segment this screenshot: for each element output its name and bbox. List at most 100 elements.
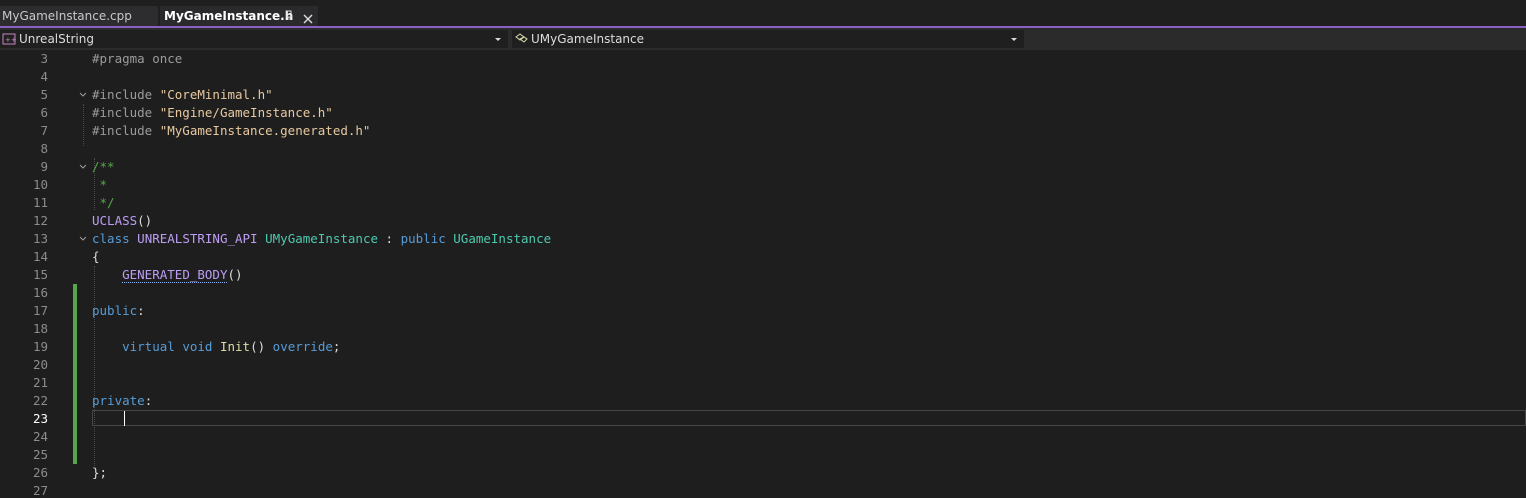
macro: UCLASS [92,213,138,228]
code-line: 22 private: [0,392,1526,410]
line-number: 19 [32,339,48,354]
line-number: 25 [32,447,48,462]
scope-dropdown[interactable]: UMyGameInstance [512,30,1024,48]
code-line: 16 [0,284,1526,302]
pin-icon[interactable] [285,9,295,21]
keyword: virtual [122,339,175,354]
line-number: 21 [32,375,48,390]
include-path: "Engine/GameInstance.h" [159,105,333,120]
code-text: /** [92,158,115,176]
preprocessor-directive: #include [92,87,160,102]
code-line: 15 GENERATED_BODY() [0,266,1526,284]
line-number: 22 [32,393,48,408]
code-text: GENERATED_BODY() [92,266,243,284]
code-line: 26 }; [0,464,1526,482]
close-icon[interactable] [302,10,314,24]
base-class-name: UGameInstance [453,231,552,246]
line-number: 14 [32,249,48,264]
navigation-bar: ++ UnrealString UMyGameInstance [0,28,1526,50]
function-name: Init [219,339,251,354]
fold-chevron-icon[interactable] [78,86,88,104]
class-name: UMyGameInstance [265,231,379,246]
code-line: 6 #include "Engine/GameInstance.h" [0,104,1526,122]
code-line: 27 [0,482,1526,498]
code-text: #include "CoreMinimal.h" [92,86,273,104]
line-number: 12 [32,213,48,228]
punctuation: () [250,339,266,354]
code-line: 20 [0,356,1526,374]
code-text: #pragma once [92,50,182,68]
scope-dropdown-value: UMyGameInstance [531,32,645,46]
code-line: 25 [0,446,1526,464]
line-number: 18 [32,321,48,336]
code-line: 13 class UNREALSTRING_API UMyGameInstanc… [0,230,1526,248]
code-text: class UNREALSTRING_API UMyGameInstance :… [92,230,551,248]
line-number: 15 [32,267,48,282]
code-line: 19 virtual void Init() override; [0,338,1526,356]
punctuation: { [92,249,100,264]
code-text: */ [92,194,115,212]
project-dropdown[interactable]: ++ UnrealString [0,30,508,48]
code-line: 7 #include "MyGameInstance.generated.h" [0,122,1526,140]
macro: UNREALSTRING_API [137,231,258,246]
punctuation: : [144,393,153,408]
line-number: 7 [40,123,48,138]
svg-text:++: ++ [5,36,16,44]
code-line: 9 /** [0,158,1526,176]
code-line: 18 [0,320,1526,338]
keyword: void [182,339,213,354]
code-line: 17 public: [0,302,1526,320]
comment: /** [92,159,115,174]
preprocessor-directive: #include [92,123,160,138]
line-number: 11 [32,195,48,210]
punctuation: }; [92,465,108,480]
chevron-down-icon [495,38,501,41]
code-text: public: [92,302,145,320]
code-text: }; [92,464,107,482]
punctuation: : [137,303,145,318]
code-line-current: 23 [0,410,1526,428]
line-number: 20 [32,357,48,372]
line-number: 10 [32,177,48,192]
code-line: 3 #pragma once [0,50,1526,68]
code-text: UCLASS() [92,212,152,230]
current-line-number: 23 [32,411,48,426]
code-text: { [92,248,100,266]
line-number: 3 [40,51,48,66]
code-editor-window: MyGameInstance.cpp MyGameInstance.h ++ U… [0,0,1526,498]
punctuation: : [378,231,401,246]
line-number: 4 [40,69,48,84]
fold-chevron-icon[interactable] [78,230,88,248]
line-number: 5 [40,87,48,102]
code-line: 11 */ [0,194,1526,212]
chevron-down-icon [1011,38,1017,41]
line-number: 24 [32,429,48,444]
tab-mygameinstance-cpp[interactable]: MyGameInstance.cpp [0,6,158,26]
keyword: override [272,339,333,354]
punctuation: () [227,267,243,282]
code-line: 14 { [0,248,1526,266]
preprocessor-directive: #pragma once [92,51,183,66]
fold-chevron-icon[interactable] [78,158,88,176]
line-number: 6 [40,105,48,120]
punctuation: ; [332,339,341,354]
include-path: "MyGameInstance.generated.h" [159,123,371,138]
code-text: virtual void Init() override; [92,338,340,356]
line-number: 26 [32,465,48,480]
project-dropdown-value: UnrealString [19,32,94,46]
code-editor[interactable]: 3 #pragma once 4 5 #include "CoreMinimal… [0,50,1526,498]
code-text: #include "MyGameInstance.generated.h" [92,122,370,140]
comment: */ [92,195,115,210]
code-line: 21 [0,374,1526,392]
tab-label: MyGameInstance.cpp [2,9,132,23]
keyword: public [92,303,138,318]
keyword: class [92,231,130,246]
class-scope-icon [515,33,528,43]
code-text: #include "Engine/GameInstance.h" [92,104,333,122]
line-number: 27 [32,483,48,498]
code-line: 5 #include "CoreMinimal.h" [0,86,1526,104]
tab-label: MyGameInstance.h [164,9,294,23]
line-number: 17 [32,303,48,318]
code-line: 24 [0,428,1526,446]
line-number: 9 [40,159,48,174]
